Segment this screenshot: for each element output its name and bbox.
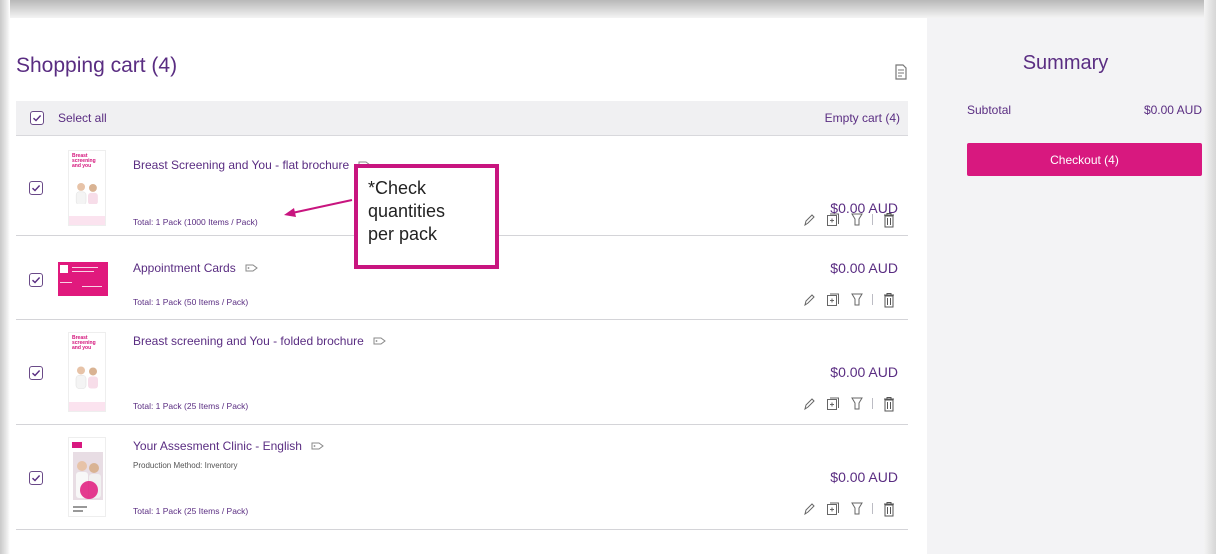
- subtotal-label: Subtotal: [967, 103, 1012, 117]
- duplicate-icon[interactable]: [826, 501, 840, 517]
- item-title: Your Assesment Clinic - English: [133, 439, 302, 453]
- thumbnail-clinic-image: [69, 438, 105, 516]
- checkout-button[interactable]: Checkout (4): [967, 143, 1202, 176]
- thumbnail-line: [72, 271, 94, 272]
- item-title: Appointment Cards: [133, 261, 236, 275]
- item-title: Breast screening and You - folded brochu…: [133, 334, 364, 348]
- item-total: Total: 1 Pack (25 Items / Pack): [133, 401, 249, 411]
- item-actions: [802, 292, 900, 308]
- summary-panel: Summary Subtotal $0.00 AUD Checkout (4): [927, 18, 1204, 554]
- thumbnail-line: [60, 282, 72, 283]
- item-title-link[interactable]: Breast Screening and You - flat brochure: [133, 158, 372, 172]
- checkbox-icon: [32, 277, 41, 284]
- item-actions: [802, 212, 900, 228]
- item-title-link[interactable]: Breast screening and You - folded brochu…: [133, 334, 387, 348]
- window-frame-left: [0, 0, 10, 554]
- product-thumbnail[interactable]: [58, 262, 108, 296]
- action-divider: [872, 294, 873, 305]
- item-total: Total: 1 Pack (50 Items / Pack): [133, 297, 249, 307]
- duplicate-icon[interactable]: [826, 396, 840, 412]
- edit-icon[interactable]: [802, 212, 816, 228]
- checkbox-icon: [32, 475, 41, 482]
- thumbnail-footer: [69, 216, 105, 225]
- delete-icon[interactable]: [882, 501, 896, 517]
- edit-icon[interactable]: [802, 501, 816, 517]
- item-actions: [802, 501, 900, 517]
- edit-icon[interactable]: [802, 292, 816, 308]
- delete-icon[interactable]: [882, 292, 896, 308]
- thumbnail-text: Breast screening and you: [72, 153, 96, 169]
- window-frame-right: [1204, 0, 1216, 554]
- checkbox-icon: [32, 370, 41, 377]
- product-thumbnail[interactable]: Breast screening and you: [68, 332, 106, 412]
- thumbnail-logo: [60, 265, 68, 273]
- action-divider: [872, 214, 873, 225]
- cart-main: Shopping cart (4) Select all Empty cart …: [10, 18, 927, 554]
- edit-icon[interactable]: [802, 396, 816, 412]
- page-title: Shopping cart (4): [16, 54, 178, 77]
- select-all-checkbox[interactable]: [30, 111, 44, 125]
- action-divider: [872, 503, 873, 514]
- thumbnail-line: [82, 286, 102, 287]
- cart-item: Your Assesment Clinic - English Producti…: [16, 425, 908, 530]
- item-checkbox[interactable]: [29, 366, 43, 380]
- arrow-icon: [284, 199, 353, 217]
- export-icon[interactable]: [894, 64, 908, 80]
- thumbnail-footer: [69, 401, 105, 411]
- item-price: $0.00 AUD: [830, 260, 898, 276]
- window-frame-top: [0, 0, 1216, 18]
- subtotal-value: $0.00 AUD: [1143, 103, 1202, 117]
- duplicate-icon[interactable]: [826, 212, 840, 228]
- tag-icon[interactable]: [245, 263, 259, 273]
- select-all-bar: Select all Empty cart (4): [16, 101, 908, 136]
- item-checkbox[interactable]: [29, 471, 43, 485]
- thumbnail-text: Breast screening and you: [72, 335, 96, 351]
- item-title: Breast Screening and You - flat brochure: [133, 158, 350, 172]
- action-divider: [872, 398, 873, 409]
- delete-icon[interactable]: [882, 212, 896, 228]
- delete-icon[interactable]: [882, 396, 896, 412]
- callout-text: *Check quantities per pack: [368, 178, 446, 244]
- save-for-later-icon[interactable]: [850, 292, 864, 308]
- item-checkbox[interactable]: [29, 181, 43, 195]
- item-price: $0.00 AUD: [830, 364, 898, 380]
- product-thumbnail[interactable]: [68, 437, 106, 517]
- item-actions: [802, 396, 900, 412]
- item-title-link[interactable]: Appointment Cards: [133, 261, 259, 275]
- item-total: Total: 1 Pack (25 Items / Pack): [133, 506, 249, 516]
- save-for-later-icon[interactable]: [850, 396, 864, 412]
- item-price: $0.00 AUD: [830, 469, 898, 485]
- summary-title: Summary: [1022, 52, 1109, 74]
- duplicate-icon[interactable]: [826, 292, 840, 308]
- thumbnail-people-image: [75, 182, 98, 205]
- tag-icon[interactable]: [311, 441, 325, 451]
- thumbnail-people-image: [75, 366, 98, 389]
- empty-cart-link[interactable]: Empty cart (4): [825, 111, 900, 125]
- item-title-link[interactable]: Your Assesment Clinic - English: [133, 439, 325, 453]
- cart-item: Breast screening and you Breast screenin…: [16, 320, 908, 425]
- checkbox-icon: [32, 185, 41, 192]
- item-total: Total: 1 Pack (1000 Items / Pack): [133, 217, 258, 227]
- production-method: Production Method: Inventory: [133, 461, 238, 470]
- thumbnail-line: [72, 267, 98, 268]
- annotation-callout: *Check quantities per pack: [354, 164, 499, 269]
- checkbox-icon: [33, 115, 42, 122]
- product-thumbnail[interactable]: Breast screening and you: [68, 150, 106, 226]
- save-for-later-icon[interactable]: [850, 212, 864, 228]
- select-all-label[interactable]: Select all: [58, 111, 107, 125]
- tag-icon[interactable]: [373, 336, 387, 346]
- save-for-later-icon[interactable]: [850, 501, 864, 517]
- item-checkbox[interactable]: [29, 273, 43, 287]
